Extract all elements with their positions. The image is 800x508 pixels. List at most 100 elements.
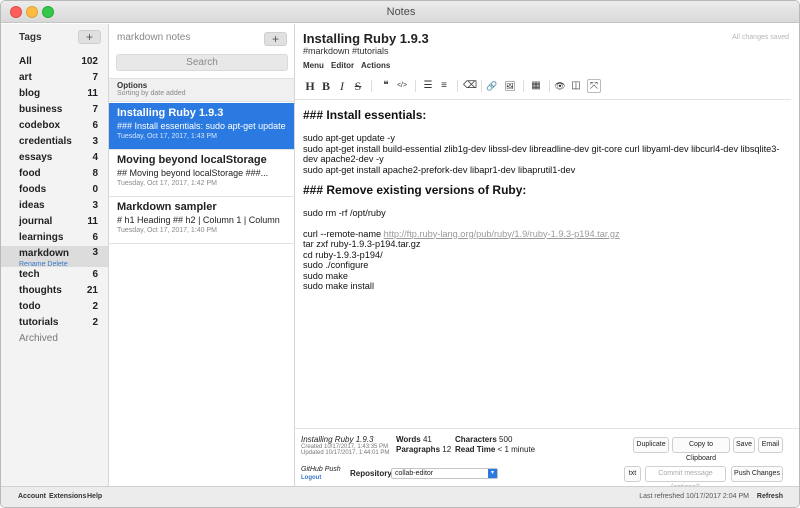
tag-item-archived[interactable]: Archived — [1, 331, 108, 347]
txt-button[interactable]: txt — [624, 466, 641, 482]
app-window: Notes Tags + All 102 art 7 blog 11 business… — [0, 0, 800, 508]
sorting-label: Sorting by date added — [117, 90, 186, 97]
tag-item-tutorials[interactable]: tutorials 2 — [1, 315, 108, 331]
tag-item-learnings[interactable]: learnings 6 — [1, 230, 108, 246]
menu-actions[interactable]: Actions — [361, 61, 390, 70]
read-time: Read Time < 1 minute — [455, 445, 536, 454]
tag-item-ideas[interactable]: ideas 3 — [1, 198, 108, 214]
italic-icon[interactable]: I — [335, 79, 349, 93]
email-button[interactable]: Email — [758, 437, 783, 453]
tag-count: 11 — [87, 216, 98, 227]
content-line: sudo apt-get install build-essential zli… — [303, 143, 780, 165]
tag-count: 8 — [92, 168, 98, 179]
toolbar-divider — [457, 80, 458, 92]
help-link[interactable]: Help — [87, 493, 102, 500]
numbered-list-icon[interactable]: ≡ — [437, 79, 451, 93]
minimize-window-button[interactable] — [26, 6, 38, 18]
options-bar[interactable]: Options Sorting by date added — [109, 78, 294, 102]
formatting-toolbar: H B I S ❝ </> ☰ ≡ ⌫ 🔗 🖼 ▦ 👁 ◫ ⤧ — [295, 74, 791, 100]
content-line: sudo apt-get install apache2-prefork-dev… — [303, 164, 576, 175]
tag-item-all[interactable]: All 102 — [1, 54, 108, 70]
options-label: Options — [117, 81, 148, 90]
search-input[interactable]: Search — [116, 54, 288, 71]
editor-content[interactable]: ### Install essentials: sudo apt-get upd… — [303, 108, 793, 292]
tag-item-foods[interactable]: foods 0 — [1, 182, 108, 198]
tag-count: 2 — [92, 317, 98, 328]
tag-count: 2 — [92, 301, 98, 312]
quote-icon[interactable]: ❝ — [379, 79, 393, 93]
copy-to-clipboard-button[interactable]: Copy to Clipboard — [672, 437, 730, 462]
editor-menu-bar: Menu Editor Actions — [295, 58, 799, 72]
duplicate-button[interactable]: Duplicate — [633, 437, 669, 453]
note-date: Tuesday, Oct 17, 2017, 1:40 PM — [117, 227, 217, 234]
push-changes-button[interactable]: Push Changes — [731, 466, 783, 482]
extensions-link[interactable]: Extensions — [49, 493, 86, 500]
link-icon[interactable]: 🔗 — [485, 79, 499, 93]
fullscreen-icon[interactable]: ⤧ — [587, 79, 601, 93]
window-title: Notes — [386, 6, 416, 18]
tag-count: 102 — [81, 56, 98, 67]
tag-item-credentials[interactable]: credentials 3 — [1, 134, 108, 150]
note-item-markdown-sampler[interactable]: Markdown sampler # h1 Heading ## h2 | Co… — [109, 197, 294, 244]
tag-item-todo[interactable]: todo 2 — [1, 299, 108, 315]
table-icon[interactable]: ▦ — [529, 79, 543, 93]
menu-editor[interactable]: Editor — [331, 61, 354, 70]
note-info-panel: Installing Ruby 1.9.3 Created 10/17/2017… — [295, 428, 799, 491]
tag-count: 7 — [92, 72, 98, 83]
heading-icon[interactable]: H — [303, 79, 317, 93]
maximize-window-button[interactable] — [42, 6, 54, 18]
refresh-link[interactable]: Refresh — [757, 493, 783, 500]
content-line-curl: curl --remote-name http://ftp.ruby-lang.… — [303, 228, 620, 239]
image-icon[interactable]: 🖼 — [503, 79, 517, 93]
notes-list-title: markdown notes — [117, 32, 191, 43]
account-link[interactable]: Account — [18, 493, 46, 500]
tag-item-art[interactable]: art 7 — [1, 70, 108, 86]
tag-item-thoughts[interactable]: thoughts 21 — [1, 283, 108, 299]
bold-icon[interactable]: B — [319, 79, 333, 93]
split-view-icon[interactable]: ◫ — [569, 79, 583, 93]
repository-select[interactable]: collab-editor ▾ — [391, 468, 498, 479]
strikethrough-icon[interactable]: S — [351, 79, 365, 93]
tag-count: 6 — [92, 120, 98, 131]
tag-item-journal[interactable]: journal 11 — [1, 214, 108, 230]
note-date: Tuesday, Oct 17, 2017, 1:43 PM — [117, 133, 217, 140]
preview-eye-icon[interactable]: 👁 — [553, 79, 567, 93]
info-note-title: Installing Ruby 1.9.3 — [301, 435, 374, 444]
tag-item-tech[interactable]: tech 6 — [1, 267, 108, 283]
document-title[interactable]: Installing Ruby 1.9.3 — [303, 31, 429, 46]
tag-item-business[interactable]: business 7 — [1, 102, 108, 118]
commit-message-input[interactable]: Commit message (optional) — [645, 466, 726, 491]
add-note-button[interactable]: + — [264, 32, 287, 46]
code-icon[interactable]: </> — [395, 79, 409, 93]
add-tag-button[interactable]: + — [78, 30, 101, 44]
last-refreshed-text: Last refreshed 10/17/2017 2:04 PM — [639, 493, 749, 500]
tag-item-codebox[interactable]: codebox 6 — [1, 118, 108, 134]
tag-item-food[interactable]: food 8 — [1, 166, 108, 182]
note-item-installing-ruby[interactable]: Installing Ruby 1.9.3 ### Install essent… — [109, 103, 294, 150]
ruby-download-link[interactable]: http://ftp.ruby-lang.org/pub/ruby/1.9/ru… — [384, 229, 620, 239]
content-line: cd ruby-1.9.3-p194/ — [303, 249, 383, 260]
note-preview: ## Moving beyond localStorage ###... — [117, 168, 269, 178]
tag-item-blog[interactable]: blog 11 — [1, 86, 108, 102]
editor-panel: Installing Ruby 1.9.3 #markdown #tutoria… — [295, 24, 799, 491]
bullet-list-icon[interactable]: ☰ — [421, 79, 435, 93]
save-status: All changes saved — [732, 34, 789, 41]
logout-link[interactable]: Logout — [301, 475, 321, 481]
note-date: Tuesday, Oct 17, 2017, 1:42 PM — [117, 180, 217, 187]
menu-menu[interactable]: Menu — [303, 61, 324, 70]
note-item-localstorage[interactable]: Moving beyond localStorage ## Moving bey… — [109, 150, 294, 197]
document-tags[interactable]: #markdown #tutorials — [303, 46, 389, 56]
tag-list: All 102 art 7 blog 11 business 7 codebox 6 cr… — [1, 54, 108, 347]
info-updated-date: Updated 10/17/2017, 1:44:01 PM — [301, 450, 390, 456]
status-footer: Account Extensions Help Last refreshed 1… — [1, 486, 799, 507]
toolbar-divider — [523, 80, 524, 92]
save-button[interactable]: Save — [733, 437, 755, 453]
close-window-button[interactable] — [10, 6, 22, 18]
content-line: sudo make install — [303, 281, 374, 291]
eraser-icon[interactable]: ⌫ — [463, 79, 477, 93]
tag-item-essays[interactable]: essays 4 — [1, 150, 108, 166]
tag-count: 21 — [86, 285, 98, 296]
tag-count: 11 — [87, 88, 98, 99]
tag-item-markdown[interactable]: markdown 3 Rename Delete — [1, 246, 108, 268]
note-preview: ### Install essentials: sudo apt-get upd… — [117, 121, 286, 131]
